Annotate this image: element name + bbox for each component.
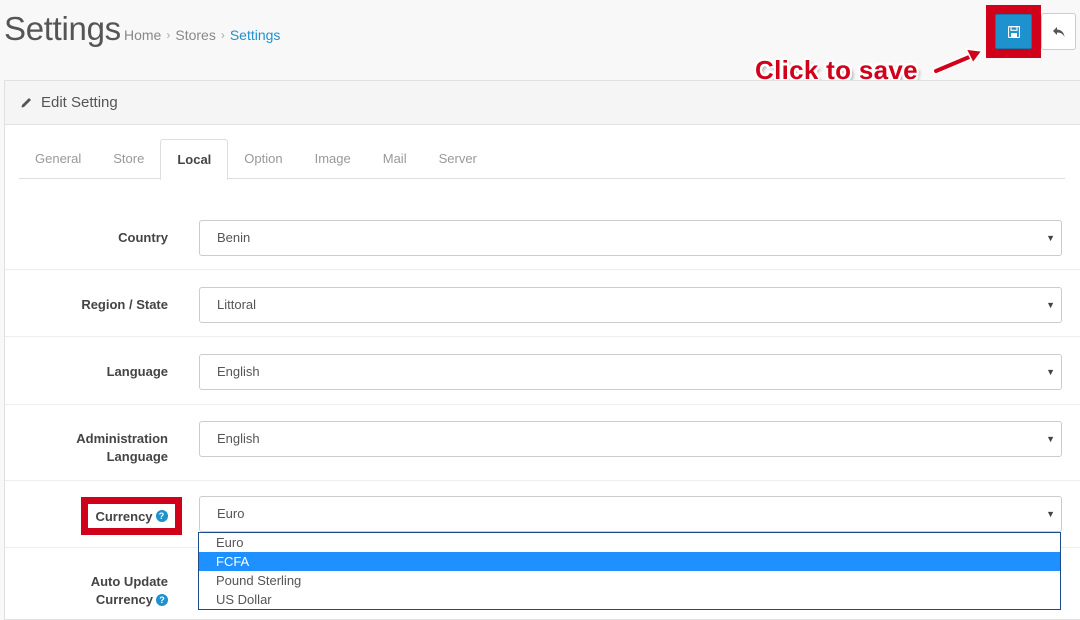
breadcrumb-home[interactable]: Home bbox=[124, 27, 161, 43]
currency-option-fcfa[interactable]: FCFA bbox=[199, 552, 1060, 571]
page-title: Settings bbox=[4, 10, 121, 47]
language-label: Language bbox=[106, 364, 168, 379]
currency-value: Euro bbox=[217, 506, 245, 521]
tab-mail[interactable]: Mail bbox=[367, 139, 423, 179]
currency-option-us-dollar[interactable]: US Dollar bbox=[199, 590, 1060, 609]
caret-down-icon: ▼ bbox=[1046, 300, 1055, 310]
panel-heading: Edit Setting bbox=[5, 81, 1080, 125]
breadcrumb-separator: › bbox=[220, 28, 225, 42]
currency-dropdown-list: Euro FCFA Pound Sterling US Dollar bbox=[198, 532, 1061, 610]
help-icon[interactable]: ? bbox=[155, 510, 168, 522]
admin-language-value: English bbox=[217, 431, 260, 446]
country-select[interactable]: Benin ▼ bbox=[199, 220, 1062, 256]
pencil-icon bbox=[20, 96, 33, 109]
currency-option-euro[interactable]: Euro bbox=[199, 533, 1060, 552]
breadcrumb-separator: › bbox=[166, 28, 171, 42]
save-button-highlight bbox=[986, 5, 1041, 58]
tab-image[interactable]: Image bbox=[299, 139, 367, 179]
breadcrumb-stores[interactable]: Stores bbox=[175, 27, 215, 43]
region-select[interactable]: Littoral ▼ bbox=[199, 287, 1062, 323]
annotation-arrow-icon bbox=[932, 48, 984, 75]
country-value: Benin bbox=[217, 230, 251, 245]
language-value: English bbox=[217, 364, 260, 379]
currency-label: Currency? bbox=[88, 504, 175, 528]
settings-tabs: General Store Local Option Image Mail Se… bbox=[19, 139, 1065, 180]
help-icon[interactable]: ? bbox=[156, 594, 168, 606]
currency-select[interactable]: Euro ▼ bbox=[199, 496, 1062, 532]
form-row-region: Region / State Littoral ▼ bbox=[5, 270, 1080, 337]
tab-server[interactable]: Server bbox=[423, 139, 493, 179]
caret-down-icon: ▼ bbox=[1046, 367, 1055, 377]
breadcrumb: Home › Stores › Settings bbox=[124, 27, 280, 43]
reply-icon bbox=[1052, 26, 1064, 37]
breadcrumb-settings[interactable]: Settings bbox=[230, 27, 281, 43]
language-select[interactable]: English ▼ bbox=[199, 354, 1062, 390]
auto-update-label: Auto Update Currency? bbox=[90, 574, 168, 607]
back-button[interactable] bbox=[1041, 13, 1076, 50]
floppy-disk-icon bbox=[1007, 25, 1020, 38]
region-label: Region / State bbox=[81, 297, 168, 312]
tab-general[interactable]: General bbox=[19, 139, 97, 179]
tab-store[interactable]: Store bbox=[97, 139, 160, 179]
tab-local[interactable]: Local bbox=[160, 139, 229, 180]
tab-option[interactable]: Option bbox=[228, 139, 298, 179]
admin-language-label: Administration Language bbox=[76, 431, 168, 464]
currency-option-pound-sterling[interactable]: Pound Sterling bbox=[199, 571, 1060, 590]
region-value: Littoral bbox=[217, 297, 257, 312]
caret-down-icon: ▼ bbox=[1046, 509, 1055, 519]
caret-down-icon: ▼ bbox=[1046, 233, 1055, 243]
currency-label-highlight: Currency? bbox=[81, 497, 182, 535]
panel-title: Edit Setting bbox=[41, 94, 118, 111]
form-row-country: Country Benin ▼ bbox=[5, 199, 1080, 270]
admin-language-select[interactable]: English ▼ bbox=[199, 421, 1062, 457]
form-row-language: Language English ▼ bbox=[5, 337, 1080, 405]
form-row-admin-language: Administration Language English ▼ bbox=[5, 405, 1080, 481]
caret-down-icon: ▼ bbox=[1046, 434, 1055, 444]
save-button[interactable] bbox=[995, 14, 1032, 49]
country-label: Country bbox=[118, 230, 168, 245]
